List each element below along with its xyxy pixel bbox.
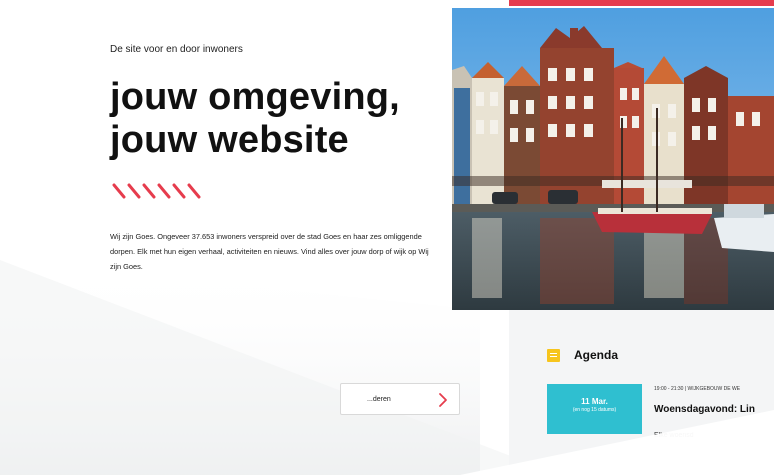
hero-headline: jouw omgeving, jouw website bbox=[110, 76, 400, 162]
more-link-label[interactable]: ...deren bbox=[367, 396, 391, 403]
calendar-icon bbox=[547, 348, 560, 362]
agenda-header: Agenda bbox=[547, 348, 618, 362]
hero-intro-text: Wij zijn Goes. Ongeveer 37.653 inwoners … bbox=[110, 232, 429, 271]
more-link-card[interactable]: ...deren bbox=[340, 383, 460, 415]
agenda-title: Agenda bbox=[574, 348, 619, 362]
hero-headline-line2: jouw website bbox=[110, 119, 349, 161]
accent-slashes-icon bbox=[112, 183, 201, 199]
hero-photo bbox=[452, 8, 774, 310]
event-date-extra: (en nog 15 datums) bbox=[572, 407, 617, 413]
accent-top-bar bbox=[509, 0, 774, 6]
event-title-link[interactable]: Woensdagavond: Lin bbox=[654, 404, 774, 415]
event-date: 11 Mar. bbox=[581, 397, 608, 406]
event-meta: 19:00 - 21:30 | WIJKGEBOUW DE WE bbox=[654, 386, 741, 392]
event-description: Elke woensd bbox=[654, 432, 694, 439]
hero-headline-line1: jouw omgeving, bbox=[110, 76, 400, 118]
chevron-right-icon[interactable] bbox=[433, 390, 453, 410]
event-date-badge[interactable]: 11 Mar. (en nog 15 datums) bbox=[547, 384, 642, 434]
hero-tagline: De site voor en door inwoners bbox=[110, 44, 243, 55]
